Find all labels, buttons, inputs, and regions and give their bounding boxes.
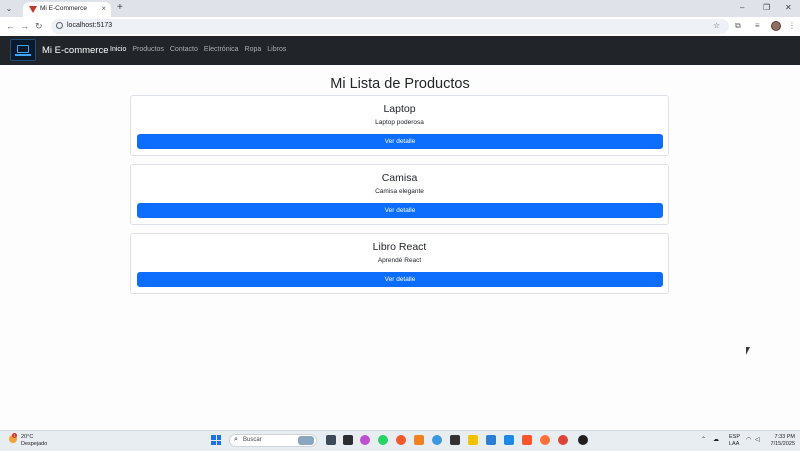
product-description: Aprendé React: [377, 257, 422, 264]
onedrive-icon[interactable]: ☁: [713, 436, 719, 443]
nav-links: Inicio Productos Contacto Electrónica Ro…: [110, 46, 286, 53]
product-card: Libro React Aprendé React Ver detalle: [130, 233, 669, 294]
os-taskbar: 1 20°C Despejado ⌕ Buscar ⌃ ☁ ESP LAA ◠ …: [0, 430, 800, 451]
forward-arrow-icon[interactable]: →: [20, 21, 29, 31]
product-name: Laptop: [383, 103, 416, 115]
reload-icon[interactable]: ↻: [35, 21, 43, 32]
postman-icon[interactable]: [396, 435, 406, 445]
file-explorer-icon[interactable]: [468, 435, 478, 445]
bookmark-star-icon[interactable]: ☆: [713, 21, 720, 30]
maximize-button[interactable]: ❐: [763, 3, 770, 12]
brand-name[interactable]: Mi E-commerce: [42, 45, 109, 56]
nav-link-inicio[interactable]: Inicio: [110, 46, 126, 53]
browser-menu-icon[interactable]: ⋮: [788, 21, 796, 30]
search-highlight-image: [298, 436, 314, 445]
product-card: Laptop Laptop poderosa Ver detalle: [130, 95, 669, 156]
github-icon[interactable]: [450, 435, 460, 445]
app-blue-icon[interactable]: [432, 435, 442, 445]
product-description: Camisa elegante: [375, 188, 424, 195]
new-tab-button[interactable]: +: [117, 2, 123, 13]
weather-badge: 1: [12, 433, 17, 438]
obs-icon[interactable]: [578, 435, 588, 445]
nav-link-ropa[interactable]: Ropa: [245, 46, 262, 53]
whatsapp-icon[interactable]: [378, 435, 388, 445]
view-detail-button[interactable]: Ver detalle: [137, 272, 663, 287]
keyboard-layout[interactable]: LAA: [729, 441, 739, 447]
tab-close-icon[interactable]: ×: [101, 4, 106, 13]
brand-logo-icon[interactable]: [10, 39, 36, 61]
search-icon: ⌕: [234, 436, 238, 443]
tab-search-icon[interactable]: ⌄: [3, 3, 15, 14]
page-title: Mi Lista de Productos: [330, 76, 470, 92]
product-card: Camisa Camisa elegante Ver detalle: [130, 164, 669, 225]
chrome-icon[interactable]: [558, 435, 568, 445]
volume-icon[interactable]: ◁: [755, 436, 760, 443]
vscode-icon[interactable]: [504, 435, 514, 445]
nav-link-contacto[interactable]: Contacto: [170, 46, 198, 53]
url-text: localhost:5173: [67, 22, 113, 29]
vite-favicon-icon: [29, 6, 37, 13]
app-orange-icon[interactable]: [414, 435, 424, 445]
view-detail-button[interactable]: Ver detalle: [137, 134, 663, 149]
start-windows-icon[interactable]: [211, 435, 221, 445]
clock-time[interactable]: 7:33 PM: [771, 434, 795, 440]
search-label: Buscar: [243, 437, 262, 443]
browser-tabstrip: ⌄ Mi E-Commerce × + – ❐ ✕: [0, 0, 800, 17]
nav-link-productos[interactable]: Productos: [132, 46, 164, 53]
tray-chevron-icon[interactable]: ⌃: [701, 436, 706, 443]
taskbar-search[interactable]: ⌕ Buscar: [229, 434, 317, 447]
minimize-button[interactable]: –: [740, 3, 744, 12]
nav-link-electronica[interactable]: Electrónica: [204, 46, 239, 53]
site-info-icon[interactable]: [56, 22, 63, 29]
product-name: Libro React: [372, 241, 427, 253]
browser-toolbar: ← → ↻ localhost:5173 ☆ ⧉ ≡ ⋮: [0, 17, 800, 37]
mouse-cursor-icon: [746, 347, 750, 355]
tab-title: Mi E-Commerce: [40, 5, 87, 12]
wifi-icon[interactable]: ◠: [746, 436, 751, 443]
site-navbar: Mi E-commerce Inicio Productos Contacto …: [0, 36, 800, 65]
firefox-icon[interactable]: [540, 435, 550, 445]
address-bar[interactable]: localhost:5173: [51, 19, 729, 34]
nav-link-libros[interactable]: Libros: [267, 46, 286, 53]
back-arrow-icon[interactable]: ←: [6, 21, 15, 31]
store-icon[interactable]: [486, 435, 496, 445]
weather-desc[interactable]: Despejado: [21, 441, 47, 447]
weather-temp[interactable]: 20°C: [21, 434, 33, 440]
product-name: Camisa: [381, 172, 418, 184]
browser-tab[interactable]: Mi E-Commerce ×: [23, 2, 111, 17]
media-control-icon[interactable]: ≡: [755, 21, 760, 30]
language-indicator[interactable]: ESP: [729, 434, 740, 440]
close-window-button[interactable]: ✕: [785, 3, 792, 12]
extensions-icon[interactable]: ⧉: [735, 21, 741, 31]
product-description: Laptop poderosa: [375, 119, 424, 126]
brave-icon[interactable]: [522, 435, 532, 445]
profile-avatar[interactable]: [771, 21, 781, 31]
widgets-icon[interactable]: [343, 435, 353, 445]
view-detail-button[interactable]: Ver detalle: [137, 203, 663, 218]
clock-date[interactable]: 7/15/2025: [766, 441, 795, 447]
task-view-icon[interactable]: [326, 435, 336, 445]
copilot-icon[interactable]: [360, 435, 370, 445]
